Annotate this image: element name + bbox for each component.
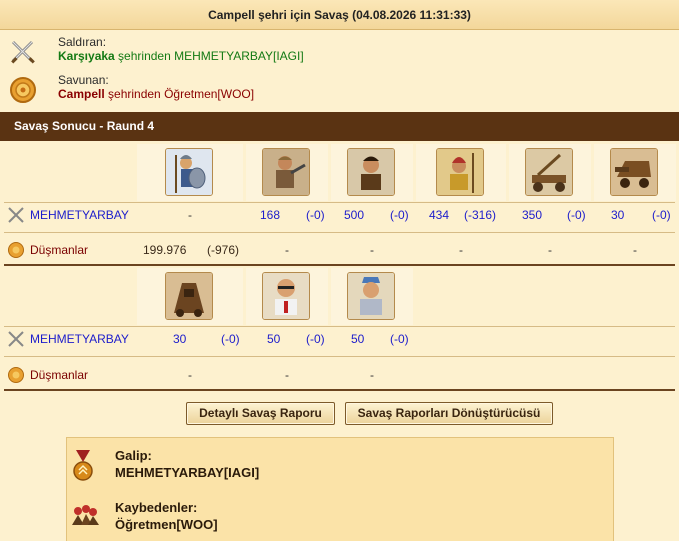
attacker-middle: şehrinden — [114, 49, 175, 63]
row1-def-loss-0: (-976) — [207, 243, 240, 257]
row1-att-loss-4: (-0) — [567, 208, 586, 222]
attacker-city[interactable]: Karşıyaka — [58, 49, 115, 63]
unit-cell — [594, 144, 676, 201]
row2-att-loss-1: (-0) — [306, 332, 325, 346]
defender-middle: şehrinden — [104, 87, 165, 101]
defender-section: Savunan: Campell şehrinden Öğretmen[WOO] — [0, 71, 679, 111]
row2-attacker-label: MEHMETYARBAY — [0, 327, 134, 351]
attacker-role-label: Saldıran: — [58, 35, 107, 49]
attacker-line: Karşıyaka şehrinden MEHMETYARBAY[IAGI] — [58, 49, 304, 63]
row2-attacker-name[interactable]: MEHMETYARBAY — [30, 327, 129, 351]
unit-cell — [246, 144, 328, 201]
row2-att-val-1: 50 — [267, 332, 281, 346]
row1-att-val-2: 500 — [344, 208, 365, 222]
report-converter-button[interactable]: Savaş Raporları Dönüştürücüsü — [345, 402, 553, 425]
unit-cell — [137, 268, 243, 325]
defender-player[interactable]: Öğretmen[WOO] — [164, 87, 254, 101]
row1-att-loss-3: (-316) — [464, 208, 497, 222]
defender-city[interactable]: Campell — [58, 87, 105, 101]
row2-att-val-0: 30 — [173, 332, 187, 346]
medal-icon — [73, 450, 93, 481]
row1-att-val-0: - — [188, 208, 192, 222]
round-header: Savaş Sonucu - Raund 4 — [0, 112, 679, 141]
unit-slinger-icon — [262, 148, 310, 196]
row2-def-val-0: - — [188, 368, 192, 382]
row1-att-loss-2: (-0) — [390, 208, 409, 222]
crossed-swords-icon — [8, 207, 24, 223]
round-separator — [4, 264, 675, 266]
defender-role-label: Savunan: — [58, 73, 109, 87]
row1-def-val-3: - — [459, 243, 463, 257]
row1-defender-name: Düşmanlar — [30, 243, 89, 257]
unit-cell — [416, 144, 506, 201]
result-box: Galip: MEHMETYARBAY[IAGI] Kaybedenler: Ö… — [66, 437, 614, 541]
crossed-swords-icon — [11, 40, 35, 64]
table-bottom-separator — [4, 389, 675, 391]
row1-att-val-1: 168 — [260, 208, 281, 222]
row2-defender-label: Düşmanlar — [0, 363, 134, 387]
unit-cell — [331, 268, 413, 325]
unit-swordsman-icon — [347, 148, 395, 196]
shield-icon — [10, 77, 36, 103]
unit-cell — [137, 144, 243, 201]
unit-hoplite-icon — [165, 148, 213, 196]
unit-cook-icon — [347, 272, 395, 320]
unit-cell — [509, 144, 591, 201]
row1-def-val-4: - — [548, 243, 552, 257]
crossed-swords-icon — [8, 331, 24, 347]
defender-line: Campell şehrinden Öğretmen[WOO] — [58, 87, 254, 101]
row2-att-loss-2: (-0) — [390, 332, 409, 346]
unit-spearman-icon — [436, 148, 484, 196]
row2-att-val-2: 50 — [351, 332, 365, 346]
shield-icon — [8, 242, 24, 258]
unit-ram-icon — [610, 148, 658, 196]
losers-label: Kaybedenler: — [115, 500, 198, 515]
battle-title: Campell şehri için Savaş (04.08.2026 11:… — [0, 0, 679, 30]
unit-cell — [331, 144, 413, 201]
row1-def-val-5: - — [633, 243, 637, 257]
shield-icon — [8, 367, 24, 383]
unit-doctor-icon — [262, 272, 310, 320]
losers-name[interactable]: Öğretmen[WOO] — [115, 517, 218, 532]
row1-att-val-5: 30 — [611, 208, 625, 222]
row1-att-val-4: 350 — [522, 208, 543, 222]
winner-label: Galip: — [115, 448, 152, 463]
row1-def-val-2: - — [370, 243, 374, 257]
row2-att-loss-0: (-0) — [221, 332, 240, 346]
row1-def-val-0: 199.976 — [143, 243, 187, 257]
row1-attacker-name[interactable]: MEHMETYARBAY — [30, 203, 129, 227]
attacker-section: Saldıran: Karşıyaka şehrinden MEHMETYARB… — [0, 33, 679, 73]
row1-attacker-label: MEHMETYARBAY — [0, 203, 134, 227]
row2-def-val-2: - — [370, 368, 374, 382]
unit-siege-tower-icon — [165, 272, 213, 320]
row2-def-val-1: - — [285, 368, 289, 382]
row1-defender-label: Düşmanlar — [0, 238, 134, 262]
row1-def-val-1: - — [285, 243, 289, 257]
unit-catapult-icon — [525, 148, 573, 196]
row1-att-loss-5: (-0) — [652, 208, 671, 222]
row1-att-val-3: 434 — [429, 208, 450, 222]
winner-name[interactable]: MEHMETYARBAY[IAGI] — [115, 465, 259, 480]
attacker-player[interactable]: MEHMETYARBAY[IAGI] — [174, 49, 304, 63]
row2-defender-name: Düşmanlar — [30, 368, 89, 382]
unit-cell — [246, 268, 328, 325]
defeated-soldiers-icon — [72, 505, 99, 525]
detailed-report-button[interactable]: Detaylı Savaş Raporu — [186, 402, 335, 425]
row1-att-loss-1: (-0) — [306, 208, 325, 222]
